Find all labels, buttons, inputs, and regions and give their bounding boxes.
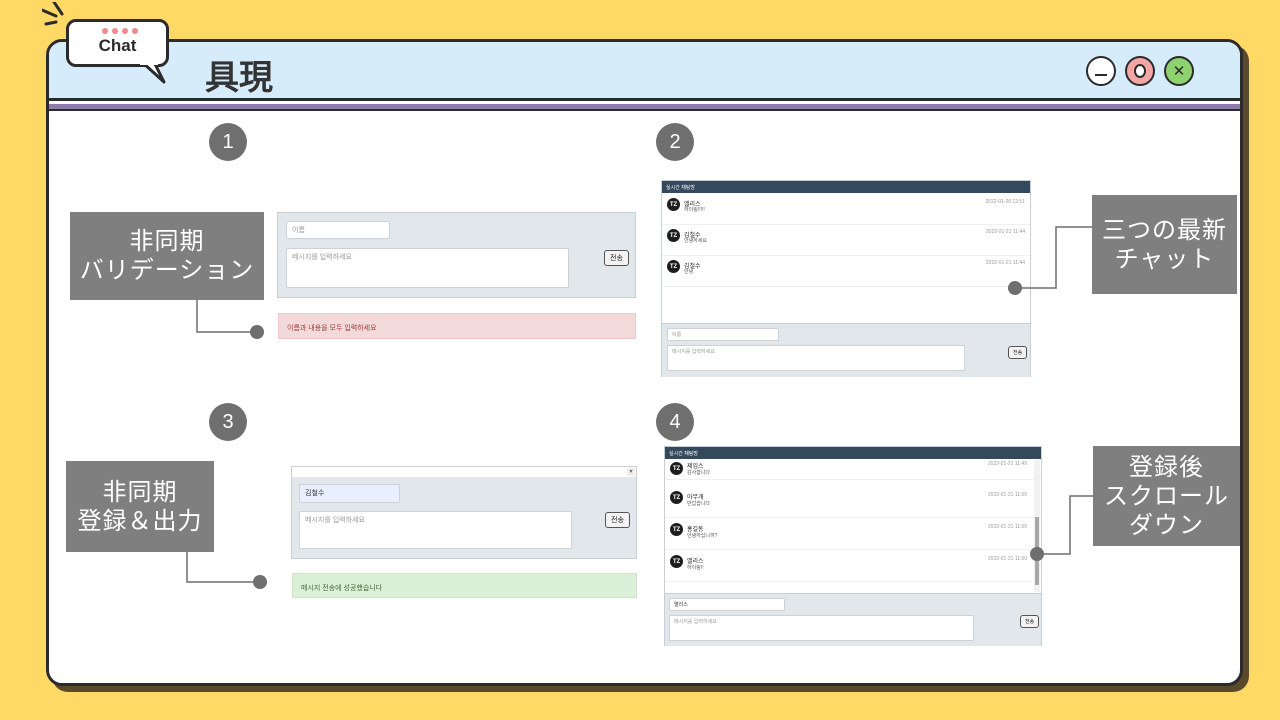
maximize-button[interactable]	[1125, 56, 1155, 86]
callout-line: スクロール	[1104, 481, 1229, 510]
message-textarea[interactable]: 메시지를 입력하세요	[669, 615, 974, 641]
callout-line: チャット	[1114, 244, 1215, 273]
chat-message: TZ 홍길동 안녕하십니까? 2022-01-21 11:50	[665, 520, 1041, 550]
avatar-icon: TZ	[670, 523, 683, 536]
message-time: 2022-01-21 11:44	[985, 260, 1025, 266]
message-time: 2022-01-21 11:49	[987, 461, 1027, 467]
step-1-badge: 1	[209, 123, 247, 161]
callout-line: 登録後	[1129, 452, 1204, 481]
panel4-chat: 실시간 채팅방 TZ 제임스 감사합니다 2022-01-21 11:49 TZ…	[664, 446, 1042, 646]
chat-logo-tail	[140, 62, 166, 84]
close-button[interactable]: ✕	[1164, 56, 1194, 86]
callout-line: バリデーション	[79, 256, 255, 284]
maximize-icon	[1134, 64, 1146, 78]
validation-alert: 이름과 내용을 모두 입력하세요	[278, 313, 636, 339]
scroll-down-icon[interactable]: ▾	[627, 468, 635, 476]
logo-text: Chat	[98, 36, 137, 55]
message-text: 안녕하십니까?	[687, 533, 718, 539]
chat-scrollbar[interactable]	[1034, 460, 1040, 592]
send-button[interactable]: 전송	[605, 512, 630, 528]
message-text: 하이링!!!!!	[684, 207, 705, 213]
send-button[interactable]: 전송	[604, 250, 629, 266]
callout-async-validation: 非同期 バリデーション	[70, 212, 264, 300]
avatar-icon: TZ	[667, 229, 680, 242]
logo-dots	[102, 28, 138, 34]
callout-line: 三つの最新	[1102, 215, 1227, 244]
message-text: 안녕하세요	[684, 238, 708, 244]
title-stripe	[49, 104, 1240, 111]
panel2-form: 이름 메시지를 입력하세요 전송	[662, 323, 1030, 377]
chat-header: 실시간 채팅방	[662, 181, 1030, 193]
message-textarea[interactable]: 메시지를 입력하세요	[667, 345, 965, 371]
avatar-icon: TZ	[667, 260, 680, 273]
minimize-button[interactable]	[1086, 56, 1116, 86]
name-input[interactable]: 이름	[667, 328, 779, 341]
avatar-icon: TZ	[670, 462, 683, 475]
chat-message: TZ 제임스 감사합니다 2022-01-21 11:49	[665, 460, 1041, 480]
message-text: 하이링!!	[687, 565, 704, 571]
title-bar: 具現 ✕	[49, 42, 1240, 101]
callout-line: ダウン	[1129, 510, 1204, 539]
message-time: 2022-01-21 11:44	[985, 229, 1025, 235]
chat-header: 실시간 채팅방	[665, 447, 1041, 459]
panel3-form: ▾ 김철수 메시지를 입력하세요 전송	[291, 466, 637, 559]
spark-decoration	[42, 2, 64, 26]
send-button[interactable]: 전송	[1020, 615, 1040, 628]
chat-message: TZ 아무개 반갑습니다 2022-01-21 11:50	[665, 488, 1041, 518]
scroll-thumb[interactable]	[1035, 517, 1039, 585]
message-time: 2022-01-20 12:51	[985, 199, 1025, 205]
callout-line: 登録＆出力	[77, 506, 203, 535]
avatar-icon: TZ	[670, 555, 683, 568]
name-input[interactable]: 이름	[286, 221, 390, 239]
avatar-icon: TZ	[667, 198, 680, 211]
callout-scroll-down: 登録後 スクロール ダウン	[1093, 446, 1240, 546]
page-title: 具現	[205, 58, 273, 98]
scroll-area	[292, 467, 636, 477]
success-alert: 메시지 전송에 성공했습니다	[292, 573, 637, 598]
message-textarea[interactable]: 메시지를 입력하세요	[286, 248, 569, 288]
name-input[interactable]: 앨리스	[669, 598, 785, 611]
chat-message: TZ 김철수 안녕하세요 2022-01-21 11:44	[662, 226, 1030, 256]
step-3-badge: 3	[209, 403, 247, 441]
chat-message: TZ 앨리스 하이링!! 2022-01-21 11:50	[665, 552, 1041, 582]
step-4-badge: 4	[656, 403, 694, 441]
message-textarea[interactable]: 메시지를 입력하세요	[299, 511, 572, 549]
message-time: 2022-01-21 11:50	[987, 556, 1027, 562]
message-time: 2022-01-21 11:50	[987, 492, 1027, 498]
chat-message: TZ 김철수 안녕 2022-01-21 11:44	[662, 257, 1030, 287]
panel4-form: 앨리스 메시지를 입력하세요 전송	[665, 593, 1041, 646]
callout-async-register: 非同期 登録＆出力	[66, 461, 214, 552]
panel2-chat: 실시간 채팅방 TZ 앨리스 하이링!!!!! 2022-01-20 12:51…	[661, 180, 1031, 377]
send-button[interactable]: 전송	[1008, 346, 1028, 359]
message-text: 감사합니다	[687, 470, 711, 476]
chat-message: TZ 앨리스 하이링!!!!! 2022-01-20 12:51	[662, 196, 1030, 225]
minimize-icon	[1095, 73, 1107, 76]
window-controls: ✕	[1086, 56, 1194, 86]
callout-line: 非同期	[102, 477, 178, 506]
step-2-badge: 2	[656, 123, 694, 161]
chat-logo: Chat	[66, 19, 169, 67]
message-text: 반갑습니다	[687, 501, 711, 507]
message-text: 안녕	[684, 269, 694, 275]
name-input[interactable]: 김철수	[299, 484, 400, 503]
message-time: 2022-01-21 11:50	[987, 524, 1027, 530]
avatar-icon: TZ	[670, 491, 683, 504]
close-icon: ✕	[1172, 62, 1186, 80]
callout-line: 非同期	[129, 227, 205, 255]
callout-latest-three: 三つの最新 チャット	[1092, 195, 1237, 294]
panel1-form: 이름 메시지를 입력하세요 전송	[277, 212, 636, 298]
